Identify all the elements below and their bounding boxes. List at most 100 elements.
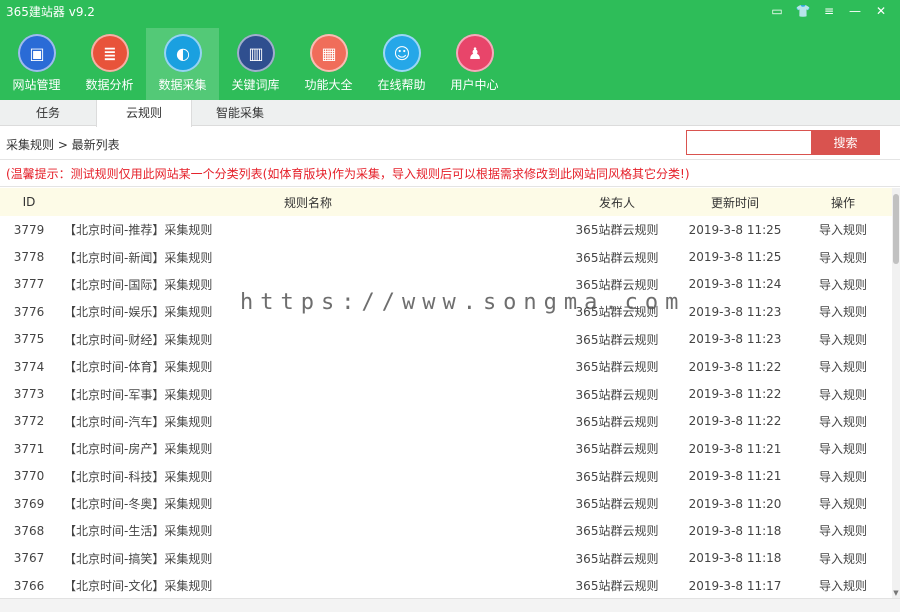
cell-publisher: 365站群云规则 xyxy=(575,497,659,512)
import-rule-link[interactable]: 导入规则 xyxy=(794,386,892,403)
search-button[interactable]: 搜索 xyxy=(811,130,880,155)
cell-time: 2019-3-8 11:18 xyxy=(688,523,782,538)
tab-smart-collect[interactable]: 智能采集 xyxy=(192,100,288,126)
cell-id: 3772 xyxy=(13,414,45,429)
cell-publisher: 365站群云规则 xyxy=(575,250,659,265)
book-icon: ▥ xyxy=(237,34,275,72)
cell-publisher: 365站群云规则 xyxy=(575,469,659,484)
import-rule-link[interactable]: 导入规则 xyxy=(794,468,892,485)
nav-label: 功能大全 xyxy=(304,78,353,92)
table-row[interactable]: 3772 【北京时间-汽车】采集规则 365站群云规则 2019-3-8 11:22 导… xyxy=(0,408,892,435)
nav-label: 网站管理 xyxy=(12,78,61,92)
chat-icon: ☺ xyxy=(383,34,421,72)
import-rule-link[interactable]: 导入规则 xyxy=(794,303,892,320)
import-rule-link[interactable]: 导入规则 xyxy=(794,440,892,457)
header-time[interactable]: 更新时间 xyxy=(676,194,794,211)
table-row[interactable]: 3775 【北京时间-财经】采集规则 365站群云规则 2019-3-8 11:23 导… xyxy=(0,326,892,353)
cell-time: 2019-3-8 11:21 xyxy=(688,441,782,456)
table-row[interactable]: 3779 【北京时间-推荐】采集规则 365站群云规则 2019-3-8 11:25 导… xyxy=(0,216,892,243)
nav-item-book[interactable]: ▥ 关键词库 xyxy=(219,28,292,100)
table-row[interactable]: 3767 【北京时间-搞笑】采集规则 365站群云规则 2019-3-8 11:18 导… xyxy=(0,545,892,572)
import-rule-link[interactable]: 导入规则 xyxy=(794,522,892,539)
cell-publisher: 365站群云规则 xyxy=(575,551,659,566)
cell-time: 2019-3-8 11:17 xyxy=(688,578,782,593)
header-name[interactable]: 规则名称 xyxy=(58,194,558,211)
table-row[interactable]: 3768 【北京时间-生活】采集规则 365站群云规则 2019-3-8 11:18 导… xyxy=(0,517,892,544)
cell-id: 3777 xyxy=(13,277,45,292)
import-rule-link[interactable]: 导入规则 xyxy=(794,577,892,594)
database-icon: ≣ xyxy=(91,34,129,72)
nav-label: 用户中心 xyxy=(450,78,499,92)
import-rule-link[interactable]: 导入规则 xyxy=(794,249,892,266)
minimize-icon[interactable]: — xyxy=(842,2,868,20)
import-rule-link[interactable]: 导入规则 xyxy=(794,495,892,512)
table-row[interactable]: 3771 【北京时间-房产】采集规则 365站群云规则 2019-3-8 11:21 导… xyxy=(0,435,892,462)
cell-name: 【北京时间-科技】采集规则 xyxy=(64,469,213,484)
cell-publisher: 365站群云规则 xyxy=(575,223,659,238)
cell-time: 2019-3-8 11:20 xyxy=(688,496,782,511)
nav-label: 关键词库 xyxy=(231,78,280,92)
cell-id: 3773 xyxy=(13,387,45,402)
cell-time: 2019-3-8 11:21 xyxy=(688,469,782,484)
window-controls: ▭ 👕 ≡ — ✕ xyxy=(764,2,894,20)
import-rule-link[interactable]: 导入规则 xyxy=(794,550,892,567)
cell-id: 3770 xyxy=(13,469,45,484)
nav-item-monitor[interactable]: ▣ 网站管理 xyxy=(0,28,73,100)
scroll-thumb[interactable] xyxy=(893,194,899,264)
skin-icon[interactable]: ▭ xyxy=(764,2,790,20)
import-rule-link[interactable]: 导入规则 xyxy=(794,331,892,348)
import-rule-link[interactable]: 导入规则 xyxy=(794,276,892,293)
menu-icon[interactable]: ≡ xyxy=(816,2,842,20)
nav-item-database[interactable]: ≣ 数据分析 xyxy=(73,28,146,100)
cell-publisher: 365站群云规则 xyxy=(575,579,659,594)
cell-id: 3775 xyxy=(13,332,45,347)
cell-id: 3779 xyxy=(13,222,45,237)
nav-item-chat[interactable]: ☺ 在线帮助 xyxy=(365,28,438,100)
globe-icon: ◐ xyxy=(164,34,202,72)
cell-id: 3776 xyxy=(13,304,45,319)
scroll-down-icon[interactable]: ▼ xyxy=(892,588,900,598)
table-row[interactable]: 3773 【北京时间-军事】采集规则 365站群云规则 2019-3-8 11:22 导… xyxy=(0,380,892,407)
search-input[interactable] xyxy=(686,130,811,155)
cell-publisher: 365站群云规则 xyxy=(575,387,659,402)
apps-icon: ▦ xyxy=(310,34,348,72)
table-row[interactable]: 3770 【北京时间-科技】采集规则 365站群云规则 2019-3-8 11:21 导… xyxy=(0,463,892,490)
table-row[interactable]: 3769 【北京时间-冬奥】采集规则 365站群云规则 2019-3-8 11:20 导… xyxy=(0,490,892,517)
header-action: 操作 xyxy=(830,195,855,210)
header-publisher[interactable]: 发布人 xyxy=(558,194,676,211)
cell-id: 3774 xyxy=(13,359,45,374)
tab-cloud-rules[interactable]: 云规则 xyxy=(96,100,192,127)
table-row[interactable]: 3778 【北京时间-新闻】采集规则 365站群云规则 2019-3-8 11:25 导… xyxy=(0,243,892,270)
cell-id: 3767 xyxy=(13,551,45,566)
shirt-icon[interactable]: 👕 xyxy=(790,2,816,20)
status-bar xyxy=(0,598,900,612)
table-row[interactable]: 3774 【北京时间-体育】采集规则 365站群云规则 2019-3-8 11:22 导… xyxy=(0,353,892,380)
import-rule-link[interactable]: 导入规则 xyxy=(794,358,892,375)
close-icon[interactable]: ✕ xyxy=(868,2,894,20)
toolbar: 采集规则 > 最新列表 搜索 xyxy=(0,127,900,159)
cell-name: 【北京时间-生活】采集规则 xyxy=(64,524,213,539)
main-nav: ▣ 网站管理 ≣ 数据分析 ◐ 数据采集 ▥ 关键词库 ▦ 功能大全 ☺ 在线帮助 ♟ 用户中心 xyxy=(0,28,511,100)
cell-publisher: 365站群云规则 xyxy=(575,414,659,429)
nav-item-user[interactable]: ♟ 用户中心 xyxy=(438,28,511,100)
cell-name: 【北京时间-新闻】采集规则 xyxy=(64,250,213,265)
table-row[interactable]: 3766 【北京时间-文化】采集规则 365站群云规则 2019-3-8 11:17 导… xyxy=(0,572,892,596)
cell-name: 【北京时间-房产】采集规则 xyxy=(64,442,213,457)
nav-item-globe[interactable]: ◐ 数据采集 xyxy=(146,28,219,100)
nav-item-apps[interactable]: ▦ 功能大全 xyxy=(292,28,365,100)
cell-name: 【北京时间-体育】采集规则 xyxy=(64,360,213,375)
table-body: 3779 【北京时间-推荐】采集规则 365站群云规则 2019-3-8 11:25 导… xyxy=(0,216,892,596)
import-rule-link[interactable]: 导入规则 xyxy=(794,413,892,430)
cell-name: 【北京时间-军事】采集规则 xyxy=(64,387,213,402)
nav-label: 在线帮助 xyxy=(377,78,426,92)
cell-time: 2019-3-8 11:23 xyxy=(688,304,782,319)
tab-task[interactable]: 任务 xyxy=(0,100,96,126)
cell-publisher: 365站群云规则 xyxy=(575,442,659,457)
import-rule-link[interactable]: 导入规则 xyxy=(794,221,892,238)
cell-time: 2019-3-8 11:22 xyxy=(688,359,782,374)
cell-name: 【北京时间-文化】采集规则 xyxy=(64,579,213,594)
header-id[interactable]: ID xyxy=(0,195,58,209)
notice-text: (温馨提示：测试规则仅用此网站某一个分类列表(如体育版块)作为采集，导入规则后可… xyxy=(0,159,900,187)
vertical-scrollbar[interactable]: ▼ xyxy=(892,188,900,598)
cell-id: 3766 xyxy=(13,578,45,593)
